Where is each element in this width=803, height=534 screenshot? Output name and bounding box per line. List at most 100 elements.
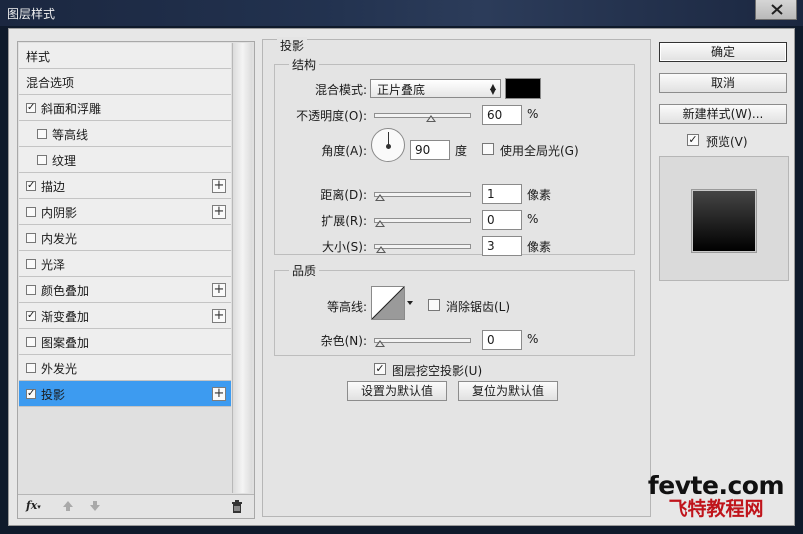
spread-unit: % — [527, 212, 539, 226]
move-up-icon[interactable] — [62, 500, 74, 512]
ok-button[interactable]: 确定 — [659, 42, 787, 62]
style-list-item-label: 混合选项 — [26, 76, 75, 90]
new-style-button[interactable]: 新建样式(W)... — [659, 104, 787, 124]
anti-alias-label: 消除锯齿(L) — [446, 300, 511, 314]
quality-legend: 品质 — [289, 262, 320, 279]
knockout-label: 图层挖空投影(U) — [392, 364, 483, 378]
style-list-panel: 样式混合选项 ✓ 斜面和浮雕等高线纹理 ✓ 描边 + 内阴影 + 内发光 光泽 颜色叠加 + ✓ 渐变叠加… — [17, 41, 255, 519]
contour-linear-icon — [371, 286, 405, 320]
distance-slider[interactable] — [374, 192, 471, 201]
style-list-item-label: 纹理 — [52, 154, 77, 168]
style-list-item-label: 内阴影 — [41, 206, 78, 220]
style-list-item[interactable]: 纹理 — [19, 147, 231, 173]
distance-unit: 像素 — [527, 188, 552, 202]
style-list-item-label: 斜面和浮雕 — [41, 102, 102, 116]
chevron-down-icon — [407, 301, 413, 305]
style-enable-checkbox[interactable] — [37, 155, 47, 165]
add-instance-icon[interactable]: + — [212, 309, 226, 323]
cancel-button[interactable]: 取消 — [659, 73, 787, 93]
distance-input[interactable]: 1 — [482, 184, 522, 204]
shadow-color-swatch[interactable] — [505, 78, 541, 99]
fx-menu-button[interactable]: fx▾ — [26, 499, 41, 512]
drop-shadow-panel: 投影 结构 混合模式: 正片叠底 ▲ ▼ 不透明度(O): 60 % 角度(A):… — [262, 37, 651, 517]
style-list-item[interactable]: 内发光 — [19, 225, 231, 251]
size-unit: 像素 — [527, 240, 552, 254]
opacity-slider-thumb[interactable] — [426, 115, 436, 122]
style-list-scrollbar[interactable] — [232, 43, 252, 493]
style-list: 样式混合选项 ✓ 斜面和浮雕等高线纹理 ✓ 描边 + 内阴影 + 内发光 光泽 颜色叠加 + ✓ 渐变叠加… — [19, 43, 231, 407]
style-list-item[interactable]: 颜色叠加 + — [19, 277, 231, 303]
watermark: fevte.com 飞特教程网 — [647, 471, 785, 520]
style-enable-checkbox[interactable]: ✓ — [26, 181, 36, 191]
add-instance-icon[interactable]: + — [212, 283, 226, 297]
knockout-checkbox[interactable]: ✓ — [374, 363, 386, 375]
anti-alias-checkbox[interactable] — [428, 299, 440, 311]
style-list-item-label: 外发光 — [41, 362, 78, 376]
style-list-item-label: 渐变叠加 — [41, 310, 90, 324]
style-list-item[interactable]: 外发光 — [19, 355, 231, 381]
style-enable-checkbox[interactable] — [26, 207, 36, 217]
style-list-item[interactable]: ✓ 渐变叠加 + — [19, 303, 231, 329]
preview-label: 预览(V) — [706, 135, 748, 149]
style-list-item[interactable]: 等高线 — [19, 121, 231, 147]
style-enable-checkbox[interactable]: ✓ — [26, 103, 36, 113]
style-enable-checkbox[interactable]: ✓ — [26, 311, 36, 321]
size-slider-thumb[interactable] — [375, 246, 386, 253]
select-arrows-icon: ▲ ▼ — [489, 82, 496, 96]
style-list-item[interactable]: 光泽 — [19, 251, 231, 277]
noise-slider[interactable] — [374, 338, 471, 347]
blend-mode-select[interactable]: 正片叠底 ▲ ▼ — [370, 79, 501, 98]
style-enable-checkbox[interactable] — [37, 129, 47, 139]
contour-picker[interactable] — [371, 286, 405, 320]
style-enable-checkbox[interactable] — [26, 285, 36, 295]
make-default-button[interactable]: 设置为默认值 — [347, 381, 447, 401]
add-instance-icon[interactable]: + — [212, 387, 226, 401]
spread-slider-thumb[interactable] — [375, 220, 385, 227]
style-list-item[interactable]: 内阴影 + — [19, 199, 231, 225]
style-list-item-label: 样式 — [26, 50, 51, 64]
style-list-item[interactable]: ✓ 投影 + — [19, 381, 231, 407]
style-enable-checkbox[interactable] — [26, 259, 36, 269]
style-enable-checkbox[interactable] — [26, 363, 36, 373]
add-instance-icon[interactable]: + — [212, 205, 226, 219]
angle-input[interactable]: 90 — [410, 140, 450, 160]
noise-input[interactable]: 0 — [482, 330, 522, 350]
global-light-checkbox[interactable] — [482, 143, 494, 155]
opacity-input[interactable]: 60 — [482, 105, 522, 125]
style-enable-checkbox[interactable] — [26, 233, 36, 243]
style-list-item[interactable]: ✓ 斜面和浮雕 — [19, 95, 231, 121]
spread-slider[interactable] — [374, 218, 471, 227]
preview-swatch — [692, 190, 756, 252]
close-button[interactable] — [755, 0, 797, 20]
opacity-slider[interactable] — [374, 113, 471, 122]
style-list-item[interactable]: 样式 — [19, 43, 231, 69]
style-list-item[interactable]: 图案叠加 — [19, 329, 231, 355]
style-list-item[interactable]: ✓ 描边 + — [19, 173, 231, 199]
style-list-item-label: 等高线 — [52, 128, 89, 142]
preview-checkbox[interactable]: ✓ — [687, 134, 699, 146]
watermark-site: fevte.com — [647, 471, 785, 500]
style-enable-checkbox[interactable] — [26, 337, 36, 347]
angle-dial[interactable] — [371, 128, 405, 162]
angle-label: 角度(A): — [321, 144, 367, 158]
window-title: 图层样式 — [7, 7, 56, 21]
reset-default-button[interactable]: 复位为默认值 — [458, 381, 558, 401]
spread-label: 扩展(R): — [321, 214, 367, 228]
spread-input[interactable]: 0 — [482, 210, 522, 230]
move-down-icon[interactable] — [89, 500, 101, 512]
style-list-item[interactable]: 混合选项 — [19, 69, 231, 95]
style-list-footer: fx▾ — [18, 494, 254, 518]
contour-label: 等高线: — [326, 300, 367, 314]
style-enable-checkbox[interactable]: ✓ — [26, 389, 36, 399]
add-instance-icon[interactable]: + — [212, 179, 226, 193]
size-slider[interactable] — [374, 244, 471, 253]
structure-legend: 结构 — [289, 56, 320, 73]
contour-dropdown[interactable] — [406, 286, 414, 320]
noise-slider-thumb[interactable] — [375, 340, 385, 347]
blend-mode-value: 正片叠底 — [377, 83, 426, 97]
distance-slider-thumb[interactable] — [375, 194, 385, 201]
layer-style-dialog: 样式混合选项 ✓ 斜面和浮雕等高线纹理 ✓ 描边 + 内阴影 + 内发光 光泽 颜色叠加 + ✓ 渐变叠加… — [8, 28, 795, 526]
opacity-unit: % — [527, 107, 539, 121]
size-input[interactable]: 3 — [482, 236, 522, 256]
trash-icon[interactable] — [231, 500, 243, 513]
